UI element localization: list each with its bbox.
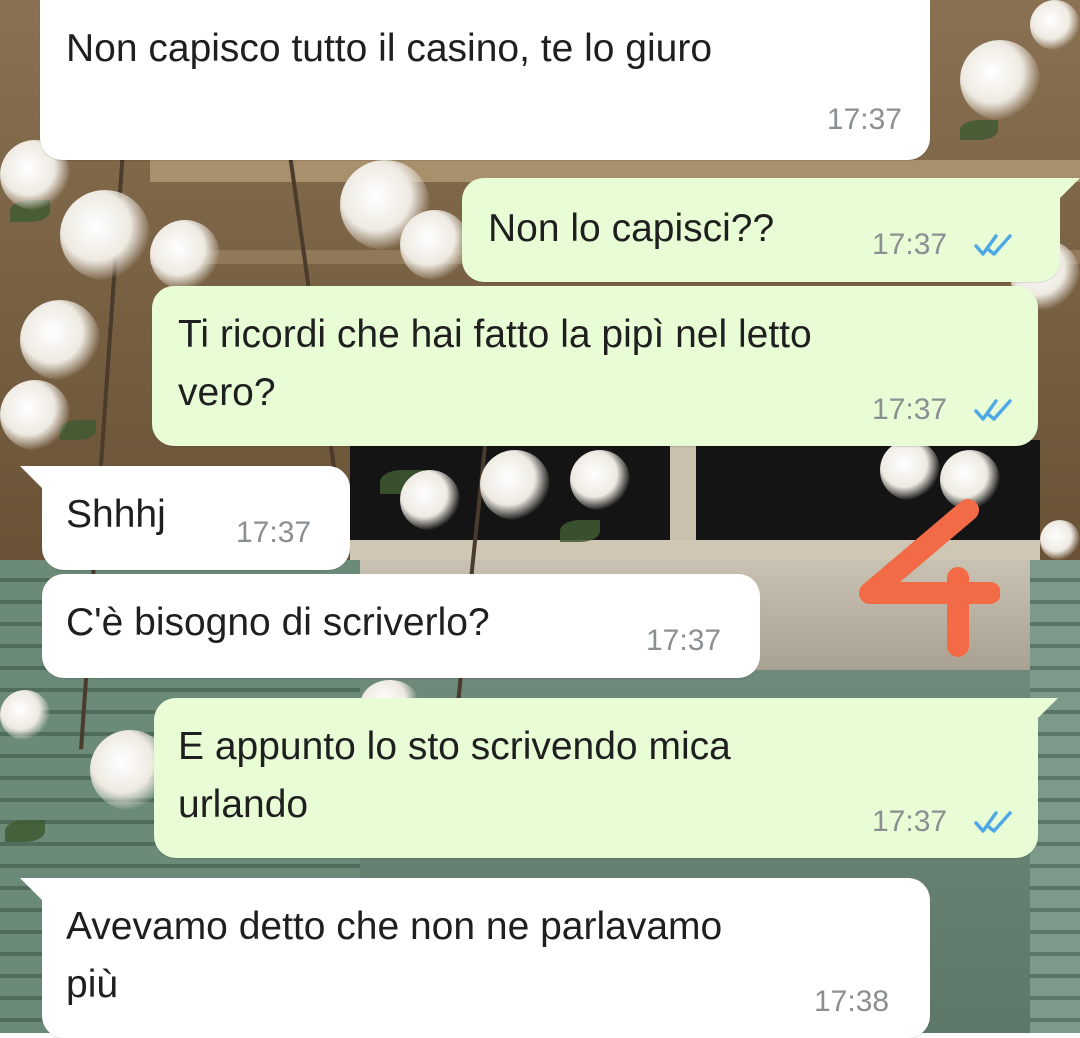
wallpaper-leaf (960, 120, 998, 140)
message-time: 17:38 (814, 985, 890, 1018)
message-incoming[interactable]: Non capisco tutto il casino, te lo giuro… (40, 0, 930, 160)
message-text: Non capisco tutto il casino, te lo giuro (66, 27, 713, 70)
message-outgoing[interactable]: E appunto lo sto scrivendo mica urlando … (154, 698, 1038, 858)
message-incoming[interactable]: C'è bisogno di scriverlo? 17:37 (42, 574, 760, 678)
message-time: 17:37 (236, 516, 312, 549)
wallpaper-blossom (1040, 520, 1080, 560)
wallpaper-blossom (400, 210, 470, 280)
message-outgoing[interactable]: Ti ricordi che hai fatto la pipì nel let… (152, 286, 1038, 446)
message-time: 17:37 (826, 103, 902, 136)
bubble-tail (20, 878, 42, 900)
read-receipt-icon (974, 811, 1012, 833)
message-outgoing[interactable]: Non lo capisci?? 17:37 (462, 178, 1060, 282)
wallpaper-blossom (570, 450, 630, 510)
message-time: 17:37 (872, 805, 948, 838)
read-receipt-icon (974, 399, 1012, 421)
annotation-drawing (859, 499, 1001, 657)
wallpaper-blossom (60, 190, 150, 280)
read-receipt-icon (974, 234, 1012, 256)
message-time: 17:37 (872, 393, 948, 426)
wallpaper-leaf (560, 520, 600, 542)
message-time: 17:37 (872, 228, 948, 261)
message-text: Non lo capisci?? (488, 207, 775, 250)
wallpaper-blossom (400, 470, 460, 530)
message-text: Shhhj (66, 493, 166, 536)
message-incoming[interactable]: Shhhj 17:37 (42, 466, 350, 570)
annotation-number: 4 (850, 488, 1001, 658)
wallpaper-blossom (960, 40, 1040, 120)
message-text: C'è bisogno di scriverlo? (66, 601, 490, 644)
wallpaper-blossom (20, 300, 100, 380)
message-time: 17:37 (646, 624, 722, 657)
wallpaper-blossom (0, 380, 70, 450)
message-text: Ti ricordi che hai fatto la pipì nel let… (178, 313, 812, 414)
wallpaper-blossom (1030, 0, 1080, 50)
message-incoming[interactable]: Avevamo detto che non ne parlavamo più 1… (42, 878, 930, 1038)
message-text: E appunto lo sto scrivendo mica urlando (178, 725, 731, 826)
wallpaper-leaf (5, 820, 45, 842)
wallpaper-blossom (150, 220, 220, 290)
bubble-tail (20, 466, 42, 488)
message-text: Avevamo detto che non ne parlavamo più (66, 905, 723, 1006)
bubble-tail (1058, 178, 1080, 200)
wallpaper-blossom (480, 450, 550, 520)
bubble-tail (1036, 698, 1058, 720)
wallpaper-blossom (0, 690, 50, 740)
